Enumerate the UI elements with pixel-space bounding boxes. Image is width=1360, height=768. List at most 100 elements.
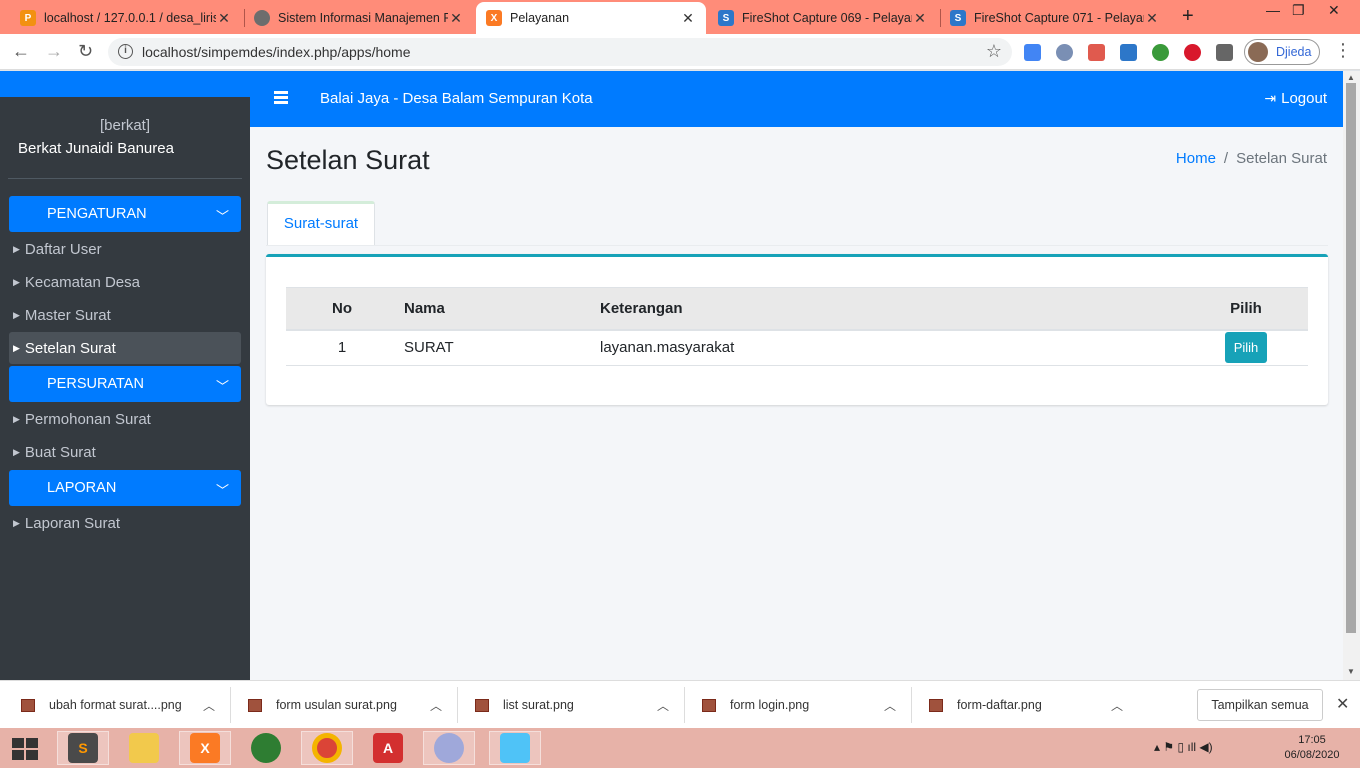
browser-tab-sistem-informasi[interactable]: Sistem Informasi Manajemen Pe ✕ (244, 2, 474, 34)
scrollbar-thumb[interactable] (1346, 83, 1356, 633)
phpmyadmin-icon: P (20, 10, 36, 26)
sidebar-item-buat-surat[interactable]: ▶ Buat Surat (9, 436, 241, 468)
close-icon[interactable]: ✕ (448, 10, 464, 27)
chevron-up-icon[interactable]: ︿ (430, 697, 442, 714)
breadcrumb-home-link[interactable]: Home (1176, 150, 1216, 167)
minimize-icon[interactable]: — (1266, 2, 1280, 18)
user-name: Berkat Junaidi Banurea (18, 140, 174, 157)
profile-button[interactable]: Djieda (1244, 39, 1320, 65)
column-header-pilih: Pilih (1184, 287, 1308, 331)
user-nickname: [berkat] (99, 117, 151, 134)
forward-icon[interactable]: → (45, 41, 63, 62)
extension-icon[interactable] (1088, 44, 1105, 61)
pilih-button[interactable]: Pilih (1224, 332, 1268, 364)
download-item[interactable]: form usulan surat.png ︿ (227, 681, 442, 729)
sidebar-item-laporan-surat[interactable]: ▶ Laporan Surat (9, 507, 241, 539)
sidebar-item-setelan-surat[interactable]: ▶ Setelan Surat (9, 332, 241, 364)
fireshot-extension-icon[interactable] (1120, 44, 1137, 61)
chevron-up-icon[interactable]: ︿ (884, 697, 896, 714)
image-file-icon (702, 698, 716, 712)
restore-icon[interactable]: ❐ (1292, 2, 1305, 19)
hamburger-menu-icon[interactable] (274, 91, 288, 104)
xampp-icon: X (486, 10, 502, 26)
sidebar-item-daftar-user[interactable]: ▶ Daftar User (9, 233, 241, 265)
sidebar-item-master-surat[interactable]: ▶ Master Surat (9, 299, 241, 331)
browser-tab-phpmyadmin[interactable]: P localhost / 127.0.0.1 / desa_liris ✕ (10, 2, 242, 34)
sidebar-item-kecamatan-desa[interactable]: ▶ Kecamatan Desa (9, 266, 241, 298)
bookmark-star-icon[interactable]: ☆ (986, 41, 1002, 62)
page-scrollbar[interactable]: ▲ ▼ (1343, 71, 1360, 680)
browser-tab-bar: P localhost / 127.0.0.1 / desa_liris ✕ S… (0, 0, 1360, 34)
section-persuratan[interactable]: PERSURATAN ﹀ (9, 366, 241, 402)
download-manager-taskbar-icon[interactable] (240, 731, 292, 765)
download-item[interactable]: list surat.png ︿ (454, 681, 669, 729)
back-icon[interactable]: ← (12, 41, 30, 62)
download-filename: form login.png (730, 698, 810, 712)
scroll-down-icon[interactable]: ▼ (1347, 667, 1355, 676)
address-bar[interactable]: i localhost/simpemdes/index.php/apps/hom… (108, 38, 1012, 66)
browser-tab-fireshot-071[interactable]: S FireShot Capture 071 - Pelayana ✕ (940, 2, 1170, 34)
system-tray[interactable]: ▴ ⚑ ▯ ıll ◀) (1154, 740, 1213, 754)
download-item[interactable]: ubah format surat....png ︿ (0, 681, 215, 729)
caret-right-icon: ▶ (13, 446, 20, 457)
column-header-nama: Nama (398, 287, 594, 331)
adblock-extension-icon[interactable] (1184, 44, 1201, 61)
translate-extension-icon[interactable] (1024, 44, 1041, 61)
logout-label: Logout (1281, 90, 1327, 107)
sidebar-item-label: Setelan Surat (24, 339, 116, 357)
sublime-text-taskbar-icon[interactable]: S (57, 731, 109, 765)
page-title: Setelan Surat (266, 145, 430, 175)
image-file-icon (248, 698, 262, 712)
sidebar-item-label: Buat Surat (24, 443, 96, 461)
acrobat-taskbar-icon[interactable]: A (362, 731, 414, 765)
chevron-up-icon[interactable]: ︿ (657, 697, 669, 714)
tab-surat-surat[interactable]: Surat-surat (267, 201, 375, 246)
window-close-icon[interactable]: ✕ (1328, 2, 1340, 19)
section-label: PENGATURAN (47, 206, 147, 222)
paint-taskbar-icon[interactable] (423, 731, 475, 765)
close-icon[interactable]: ✕ (680, 10, 696, 27)
extension-icon[interactable] (1056, 44, 1073, 61)
extension-icon[interactable] (1152, 44, 1169, 61)
windows-start-icon[interactable] (12, 738, 38, 760)
column-header-keterangan: Keterangan (594, 287, 1184, 331)
download-item[interactable]: form-daftar.png ︿ (908, 681, 1123, 729)
browser-menu-icon[interactable]: ⋮ (1334, 40, 1352, 61)
xampp-taskbar-icon[interactable]: X (179, 731, 231, 765)
sidebar-item-permohonan-surat[interactable]: ▶ Permohonan Surat (9, 403, 241, 435)
section-laporan[interactable]: LAPORAN ﹀ (9, 470, 241, 506)
info-icon[interactable]: i (118, 44, 133, 59)
cell-pilih: Pilih (1184, 329, 1308, 366)
close-icon[interactable]: ✕ (1144, 10, 1160, 27)
tab-title: Sistem Informasi Manajemen Pe (278, 11, 448, 25)
chevron-down-icon: ﹀ (215, 483, 229, 498)
show-all-downloads-button[interactable]: Tampilkan semua (1197, 689, 1323, 721)
chevron-up-icon[interactable]: ︿ (1111, 697, 1123, 714)
browser-tab-fireshot-069[interactable]: S FireShot Capture 069 - Pelayana ✕ (708, 2, 938, 34)
close-icon[interactable]: ✕ (912, 10, 928, 27)
caret-right-icon: ▶ (13, 517, 20, 528)
sidebar-item-label: Laporan Surat (24, 514, 120, 532)
logout-button[interactable]: ⇥ Logout (1264, 90, 1327, 107)
surat-card: No Nama Keterangan Pilih 1 SURAT layanan… (266, 254, 1328, 405)
caret-right-icon: ▶ (13, 413, 20, 424)
new-tab-button[interactable]: + (1182, 5, 1194, 28)
puzzle-extensions-icon[interactable] (1216, 44, 1233, 61)
chrome-taskbar-icon[interactable] (301, 731, 353, 765)
taskbar-clock[interactable]: 17:05 06/08/2020 (1282, 733, 1342, 763)
caret-right-icon: ▶ (13, 243, 20, 254)
close-icon[interactable]: ✕ (1336, 694, 1349, 714)
close-icon[interactable]: ✕ (216, 10, 232, 27)
download-item[interactable]: form login.png ︿ (681, 681, 896, 729)
logout-icon: ⇥ (1264, 90, 1277, 106)
app-brand-title: Balai Jaya - Desa Balam Sempuran Kota (320, 90, 593, 107)
scroll-up-icon[interactable]: ▲ (1347, 73, 1355, 82)
reload-icon[interactable]: ↻ (78, 41, 93, 62)
file-explorer-taskbar-icon[interactable] (118, 731, 170, 765)
browser-tab-pelayanan[interactable]: X Pelayanan ✕ (476, 2, 706, 34)
clock-date: 06/08/2020 (1284, 749, 1340, 761)
clock-time: 17:05 (1298, 734, 1326, 746)
chevron-up-icon[interactable]: ︿ (203, 697, 215, 714)
photos-taskbar-icon[interactable] (489, 731, 541, 765)
section-pengaturan[interactable]: PENGATURAN ﹀ (9, 196, 241, 232)
